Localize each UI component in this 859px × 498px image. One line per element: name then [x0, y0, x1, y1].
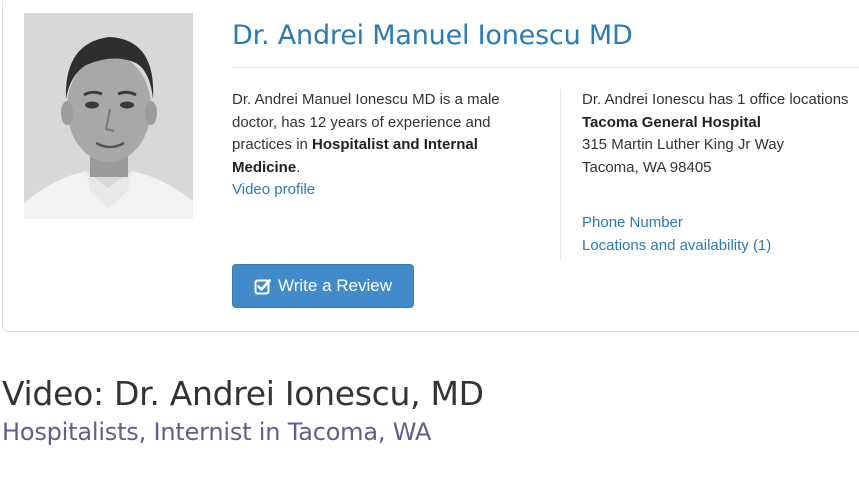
office-summary: Dr. Andrei Ionescu has 1 office location…: [582, 91, 849, 108]
video-title: Video: Dr. Andrei Ionescu, MD: [2, 374, 484, 413]
write-review-label: Write a Review: [278, 276, 392, 295]
office-street: 315 Martin Luther King Jr Way: [582, 136, 785, 153]
bio-end-text: .: [296, 158, 301, 176]
office-hospital-name: Tacoma General Hospital: [582, 113, 761, 131]
header-divider: [232, 67, 859, 68]
doctor-photo: [24, 13, 193, 219]
phone-number-link[interactable]: Phone Number: [582, 212, 859, 235]
office-links: Phone Number Locations and availability …: [582, 212, 859, 257]
check-square-icon: [254, 278, 271, 294]
column-divider: [560, 89, 561, 259]
doctor-name[interactable]: Dr. Andrei Manuel Ionescu MD: [232, 20, 633, 51]
doctor-bio: Dr. Andrei Manuel Ionescu MD is a male d…: [232, 89, 532, 202]
video-subtitle: Hospitalists, Internist in Tacoma, WA: [2, 418, 432, 446]
locations-availability-link[interactable]: Locations and availability (1): [582, 235, 859, 258]
office-info: Dr. Andrei Ionescu has 1 office location…: [582, 89, 859, 254]
video-profile-link[interactable]: Video profile: [232, 181, 315, 198]
write-review-button[interactable]: Write a Review: [232, 264, 414, 308]
office-city: Tacoma, WA 98405: [582, 158, 712, 176]
